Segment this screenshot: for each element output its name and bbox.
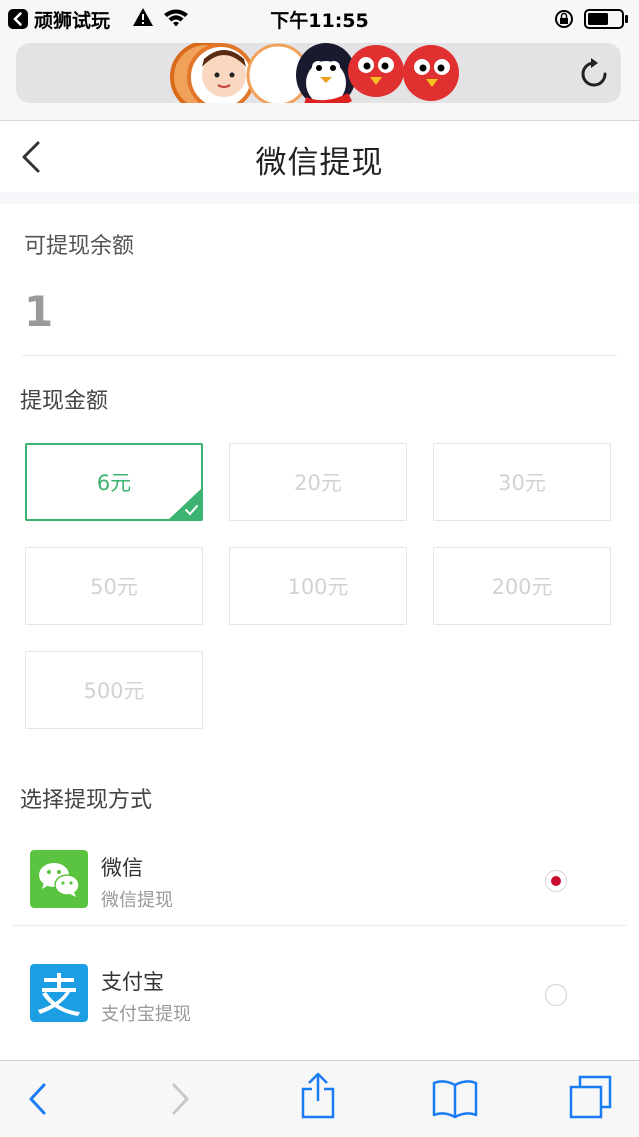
share-icon[interactable] — [300, 1071, 336, 1121]
amount-option-label: 50元 — [90, 575, 138, 599]
bookmarks-icon[interactable] — [432, 1077, 478, 1119]
method-subtitle: 微信提现 — [101, 890, 173, 911]
wechat-icon — [30, 850, 88, 908]
mascot-banner-icon — [170, 43, 459, 103]
rotation-lock-icon — [553, 8, 575, 35]
method-radio-unselected[interactable] — [545, 984, 567, 1006]
method-section-label: 选择提现方式 — [20, 788, 153, 813]
method-name: 支付宝 — [101, 970, 164, 994]
section-gap — [0, 192, 639, 204]
amount-option-20[interactable]: 20元 — [229, 443, 407, 521]
method-subtitle: 支付宝提现 — [101, 1004, 191, 1025]
battery-icon — [584, 9, 630, 34]
method-alipay-row[interactable]: 支付宝 支付宝提现 — [0, 946, 639, 1046]
amount-option-200[interactable]: 200元 — [433, 547, 611, 625]
amount-option-30[interactable]: 30元 — [433, 443, 611, 521]
title-bar: 微信提现 — [0, 120, 639, 193]
amount-option-label: 100元 — [287, 575, 349, 599]
reload-icon[interactable] — [579, 57, 609, 89]
balance-value: 1 — [24, 287, 54, 336]
amount-option-label: 30元 — [498, 471, 546, 495]
method-wechat-row[interactable]: 微信 微信提现 — [0, 832, 639, 932]
browser-back-icon[interactable] — [26, 1079, 50, 1119]
selected-check-icon — [168, 488, 202, 520]
browser-forward-icon[interactable] — [168, 1079, 192, 1119]
alipay-icon — [30, 964, 88, 1022]
url-bar[interactable] — [16, 43, 621, 103]
browser-toolbar — [0, 1060, 639, 1137]
amount-option-label: 500元 — [83, 679, 145, 703]
amount-option-label: 200元 — [491, 575, 553, 599]
method-radio-selected[interactable] — [545, 870, 567, 892]
amount-option-100[interactable]: 100元 — [229, 547, 407, 625]
amount-option-label: 6元 — [96, 471, 132, 495]
balance-label: 可提现余额 — [24, 234, 135, 259]
page-title: 微信提现 — [255, 145, 384, 181]
divider — [12, 925, 627, 926]
amount-option-500[interactable]: 500元 — [25, 651, 203, 729]
amount-option-50[interactable]: 50元 — [25, 547, 203, 625]
amount-section-label: 提现金额 — [20, 389, 109, 414]
divider — [22, 355, 617, 356]
status-bar: 顽狮试玩 下午11:55 — [0, 0, 639, 36]
status-time: 下午11:55 — [270, 10, 369, 32]
tabs-icon[interactable] — [568, 1075, 614, 1121]
browser-url-area — [0, 36, 639, 120]
amount-option-6[interactable]: 6元 — [25, 443, 203, 521]
amount-option-label: 20元 — [294, 471, 342, 495]
method-name: 微信 — [101, 856, 143, 880]
